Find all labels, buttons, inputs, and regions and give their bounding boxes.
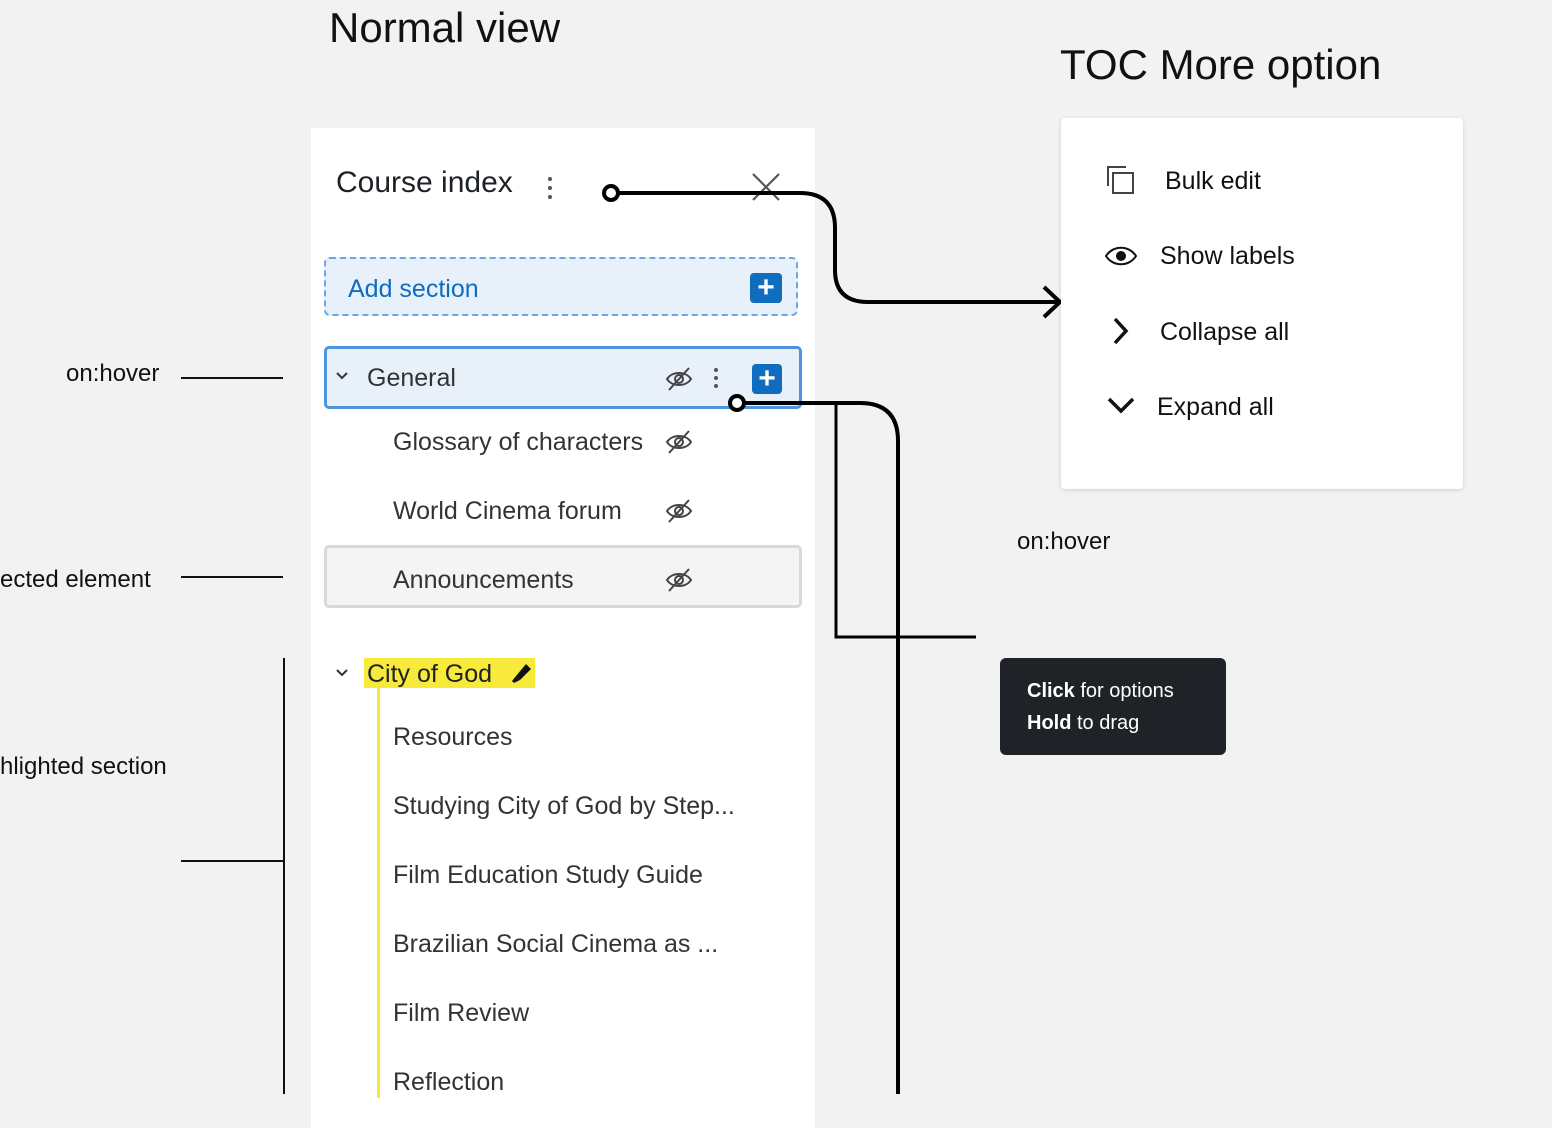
menu-item-expand-all[interactable]: Expand all	[1157, 393, 1274, 422]
chevron-right-icon	[1113, 317, 1129, 345]
tooltip: Click for options Hold to drag	[1000, 658, 1226, 755]
tooltip-options: for options	[1074, 680, 1174, 702]
chevron-down-icon	[1107, 397, 1135, 414]
menu-item-collapse-all[interactable]: Collapse all	[1160, 318, 1289, 347]
eye-icon	[1104, 246, 1138, 266]
menu-item-show-labels[interactable]: Show labels	[1160, 242, 1295, 271]
tooltip-drag: to drag	[1071, 712, 1140, 734]
hover-annotation-right: on:hover	[1017, 528, 1111, 555]
tooltip-hold: Hold	[1027, 712, 1072, 734]
tooltip-click: Click	[1027, 680, 1075, 702]
menu-item-bulk-edit[interactable]: Bulk edit	[1165, 167, 1261, 196]
copy-icon	[1107, 166, 1134, 194]
